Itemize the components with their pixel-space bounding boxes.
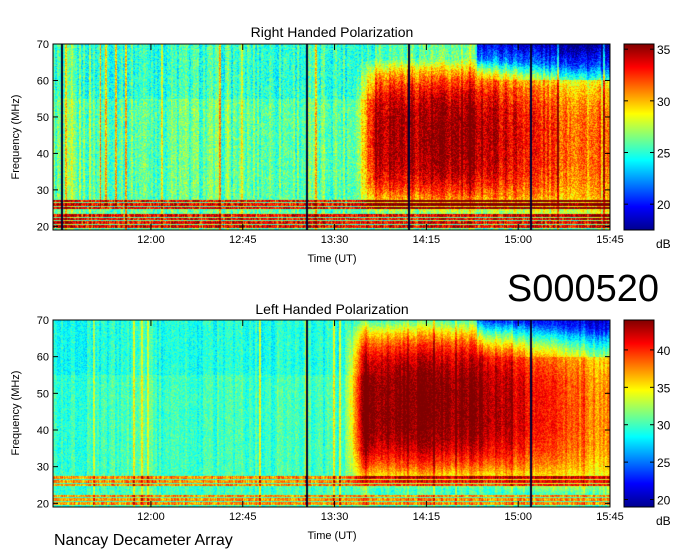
ylabel-rh: Frequency (MHz): [10, 95, 22, 180]
x-tick-label: 14:15: [413, 511, 441, 523]
spectrogram-image: [53, 44, 610, 230]
x-tick-label: 12:45: [229, 511, 257, 523]
xlabel-rh: Time (UT): [307, 253, 356, 265]
colorbar-tick-label: 25: [657, 147, 671, 161]
spectrogram-image: [53, 320, 610, 507]
colorbar-rh: 20 25 30 35 dB: [623, 43, 671, 251]
x-tick-label: 14:15: [413, 234, 441, 246]
panel-left-handed: Left Handed Polarization 20 30 40 50 60 70 12…: [10, 301, 671, 542]
y-tick-label: 40: [37, 425, 49, 437]
x-tick-label: 13:30: [321, 511, 349, 523]
xlabel-lh: Time (UT): [307, 530, 356, 542]
y-tick-label: 60: [37, 75, 49, 87]
x-tick-label: 15:00: [504, 234, 532, 246]
y-tick-label: 40: [37, 148, 49, 160]
plot-area-rh: [53, 44, 610, 230]
y-tick-label: 70: [37, 315, 49, 327]
x-tick-label: 12:45: [229, 234, 257, 246]
y-tick-label: 20: [37, 498, 49, 510]
x-tick-label: 15:45: [596, 511, 624, 523]
y-tick-label: 50: [37, 112, 49, 124]
colorbar-tick-label: 35: [657, 381, 671, 395]
y-tick-label: 30: [37, 462, 49, 474]
spectrogram-figure: Right Handed Polarization 20 30 40 50 60 70 1…: [10, 24, 671, 549]
colorbar-rh-unit: dB: [656, 237, 671, 251]
colorbar-tick-label: 40: [657, 344, 671, 358]
y-tick-label: 70: [37, 39, 49, 51]
x-tick-label: 12:00: [137, 511, 165, 523]
colorbar-rh-gradient: [623, 43, 655, 231]
chart-title-rh: Right Handed Polarization: [251, 24, 414, 40]
colorbar-tick-label: 30: [657, 419, 671, 433]
colorbar-tick-label: 20: [657, 494, 671, 508]
colorbar-tick-label: 35: [657, 43, 671, 57]
chart-title-lh: Left Handed Polarization: [255, 301, 408, 317]
colorbar-lh-gradient: [623, 319, 655, 508]
x-tick-label: 15:00: [504, 511, 532, 523]
x-tick-label: 12:00: [137, 234, 165, 246]
x-tick-label: 13:30: [321, 234, 349, 246]
event-id-label: S000520: [507, 268, 659, 310]
y-tick-label: 20: [37, 221, 49, 233]
instrument-label: Nancay Decameter Array: [54, 532, 233, 549]
colorbar-lh-unit: dB: [656, 514, 671, 528]
ylabel-lh: Frequency (MHz): [10, 371, 22, 456]
colorbar-tick-label: 25: [657, 456, 671, 470]
colorbar-lh: 20 25 30 35 40 dB: [623, 319, 671, 528]
panel-right-handed: Right Handed Polarization 20 30 40 50 60 70 1…: [10, 24, 671, 265]
colorbar-tick-label: 30: [657, 95, 671, 109]
x-tick-label: 15:45: [596, 234, 624, 246]
y-tick-label: 30: [37, 185, 49, 197]
y-tick-label: 60: [37, 352, 49, 364]
plot-area-lh: [53, 320, 610, 507]
colorbar-tick-label: 20: [657, 198, 671, 212]
y-tick-label: 50: [37, 388, 49, 400]
